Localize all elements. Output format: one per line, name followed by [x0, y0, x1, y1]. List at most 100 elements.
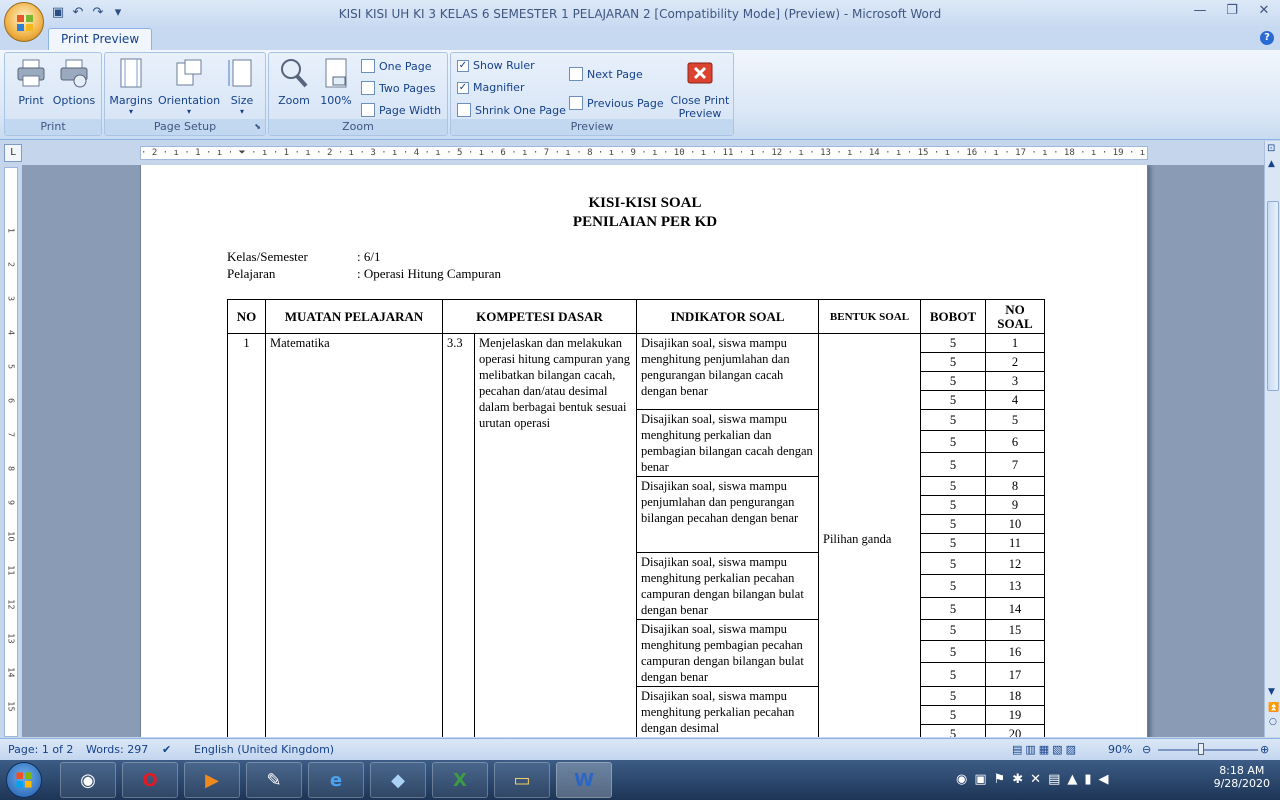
- size-button[interactable]: Size ▾: [225, 55, 259, 116]
- shrink-page-icon: [457, 103, 471, 117]
- no-soal-cell: 9: [985, 495, 1045, 515]
- one-page-button[interactable]: One Page: [361, 59, 432, 73]
- bobot-cell: 5: [920, 352, 986, 372]
- zoom-slider[interactable]: [1158, 749, 1258, 751]
- hundred-percent-icon: [325, 58, 347, 88]
- kelas-line: Kelas/Semester: 6/1: [227, 249, 381, 264]
- previous-page-arrow-icon[interactable]: ⏫: [1268, 703, 1279, 713]
- previous-page-button[interactable]: Previous Page: [569, 96, 664, 110]
- two-pages-button[interactable]: Two Pages: [361, 81, 435, 95]
- bobot-cell: 5: [920, 390, 986, 410]
- proofing-icon[interactable]: ✔: [162, 743, 171, 756]
- header-muatan: MUATAN PELAJARAN: [265, 299, 443, 334]
- taskbar: ◉ O ▶ ✎ e ◆ X ▭ W ◉▣⚑✱✕▤▲▮◀ 8:18 AM 9/28…: [0, 760, 1280, 800]
- close-print-preview-button[interactable]: Close Print Preview: [669, 55, 731, 120]
- no-soal-cell: 6: [985, 430, 1045, 453]
- header-kompetensi: KOMPETESI DASAR: [442, 299, 637, 334]
- clock-time: 8:18 AM: [1219, 764, 1265, 777]
- indikator-cell: Disajikan soal, siswa mampu penjumlahan …: [636, 476, 819, 553]
- zoom-slider-thumb[interactable]: [1198, 743, 1204, 755]
- maximize-button[interactable]: ❐: [1216, 0, 1248, 22]
- magnifier-checkbox[interactable]: ✓ Magnifier: [457, 81, 524, 94]
- preview-group: ✓ Show Ruler ✓ Magnifier Shrink One Page…: [450, 52, 734, 136]
- options-button[interactable]: Options: [51, 55, 97, 107]
- zoom-out-icon[interactable]: ⊖: [1142, 743, 1151, 756]
- close-preview-icon: [687, 62, 713, 84]
- scroll-thumb[interactable]: [1267, 201, 1279, 391]
- bobot-cell: 5: [920, 476, 986, 496]
- show-ruler-checkbox[interactable]: ✓ Show Ruler: [457, 59, 535, 72]
- help-icon[interactable]: ?: [1260, 31, 1274, 45]
- chrome-taskbar-icon[interactable]: ◉: [60, 762, 116, 798]
- title-bar: ▣ ↶ ↷ ▾ KISI KISI UH KI 3 KELAS 6 SEMEST…: [0, 0, 1280, 28]
- close-button[interactable]: ✕: [1248, 0, 1280, 22]
- scroll-up-arrow-icon[interactable]: ▲: [1268, 159, 1275, 169]
- zoom-level[interactable]: 90%: [1108, 743, 1132, 756]
- no-soal-cell: 8: [985, 476, 1045, 496]
- no-soal-cell: 19: [985, 705, 1045, 725]
- excel-taskbar-icon[interactable]: X: [432, 762, 488, 798]
- no-soal-cell: 15: [985, 619, 1045, 641]
- internet-explorer-taskbar-icon[interactable]: e: [308, 762, 364, 798]
- system-tray-icons[interactable]: ◉▣⚑✱✕▤▲▮◀: [956, 772, 1116, 787]
- table-row: 1 Matematika 3.3 Menjelaskan dan melakuk…: [227, 333, 1045, 737]
- margins-button[interactable]: Margins ▾: [109, 55, 153, 116]
- header-no: NO: [227, 299, 266, 334]
- scroll-down-arrow-icon[interactable]: ▼: [1268, 687, 1275, 697]
- opera-taskbar-icon[interactable]: O: [122, 762, 178, 798]
- windows-logo-icon: [16, 772, 32, 788]
- document-page[interactable]: KISI-KISI SOAL PENILAIAN PER KD Kelas/Se…: [140, 165, 1148, 737]
- orientation-button[interactable]: Orientation ▾: [157, 55, 221, 116]
- paint-taskbar-icon[interactable]: ✎: [246, 762, 302, 798]
- margins-dropdown-arrow-icon: ▾: [128, 107, 133, 116]
- page-count[interactable]: Page: 1 of 2: [8, 743, 73, 756]
- word-taskbar-icon[interactable]: W: [556, 762, 612, 798]
- zoom-button[interactable]: Zoom: [275, 55, 313, 107]
- bobot-cell: 5: [920, 409, 986, 431]
- page-width-button[interactable]: Page Width: [361, 103, 441, 117]
- word-count[interactable]: Words: 297: [86, 743, 148, 756]
- media-player-taskbar-icon[interactable]: ▶: [184, 762, 240, 798]
- start-button[interactable]: [6, 762, 42, 798]
- ribbon: Print Options Print Margins ▾ Orientatio…: [0, 50, 1280, 140]
- shrink-one-page-button[interactable]: Shrink One Page: [457, 103, 566, 117]
- vertical-scrollbar[interactable]: ⊡ ▲ ▼ ⏫ ○: [1264, 141, 1280, 737]
- language-indicator[interactable]: English (United Kingdom): [194, 743, 334, 756]
- no-soal-cell: 10: [985, 514, 1045, 534]
- bobot-cell: 5: [920, 430, 986, 453]
- vertical-ruler[interactable]: 1 2 3 4 5 6 7 8 9 10 11 12 13 14 15: [4, 167, 18, 737]
- preview-group-label: Preview: [451, 119, 733, 135]
- view-ruler-icon[interactable]: ⊡: [1267, 143, 1275, 154]
- kisi-kisi-table: NO MUATAN PELAJARAN KOMPETESI DASAR INDI…: [227, 299, 1045, 737]
- bobot-cell: 5: [920, 705, 986, 725]
- view-buttons[interactable]: ▤▥▦▧▨: [1012, 743, 1079, 756]
- header-no-soal: NO SOAL: [985, 299, 1045, 334]
- office-button[interactable]: [4, 2, 44, 42]
- browse-object-icon[interactable]: ○: [1269, 717, 1277, 727]
- minimize-button[interactable]: —: [1184, 0, 1216, 22]
- dialog-launcher-icon[interactable]: ⬊: [254, 119, 261, 135]
- clock[interactable]: 8:18 AM 9/28/2020: [1214, 764, 1270, 790]
- page-setup-group-label: Page Setup ⬊: [105, 119, 265, 135]
- horizontal-ruler[interactable]: · 2 · ı · 1 · ı · ⏷ · ı · 1 · ı · 2 · ı …: [140, 146, 1148, 160]
- file-explorer-taskbar-icon[interactable]: ▭: [494, 762, 550, 798]
- bobot-cell: 5: [920, 371, 986, 391]
- tab-print-preview[interactable]: Print Preview: [48, 28, 153, 50]
- office-logo-icon: [17, 15, 33, 31]
- row-bentuk: Pilihan ganda: [818, 333, 921, 737]
- page-setup-group: Margins ▾ Orientation ▾ Size ▾ Page Setu…: [104, 52, 266, 136]
- print-button[interactable]: Print: [11, 55, 51, 107]
- magnifying-glass-icon: [281, 59, 308, 88]
- row-kd-text: Menjelaskan dan melakukan operasi hitung…: [474, 333, 637, 737]
- document-area: KISI-KISI SOAL PENILAIAN PER KD Kelas/Se…: [22, 165, 1264, 737]
- header-indikator: INDIKATOR SOAL: [636, 299, 819, 334]
- zoom-in-icon[interactable]: ⊕: [1260, 743, 1269, 756]
- window-title: KISI KISI UH KI 3 KELAS 6 SEMESTER 1 PEL…: [338, 7, 942, 21]
- bobot-cell: 5: [920, 662, 986, 687]
- zoom-100-button[interactable]: 100%: [317, 55, 355, 107]
- app-taskbar-icon[interactable]: ◆: [370, 762, 426, 798]
- next-page-button[interactable]: Next Page: [569, 67, 643, 81]
- checkmark-icon: ✓: [457, 81, 469, 94]
- page-size-icon: [228, 59, 252, 87]
- tab-selector-button[interactable]: L: [4, 144, 22, 162]
